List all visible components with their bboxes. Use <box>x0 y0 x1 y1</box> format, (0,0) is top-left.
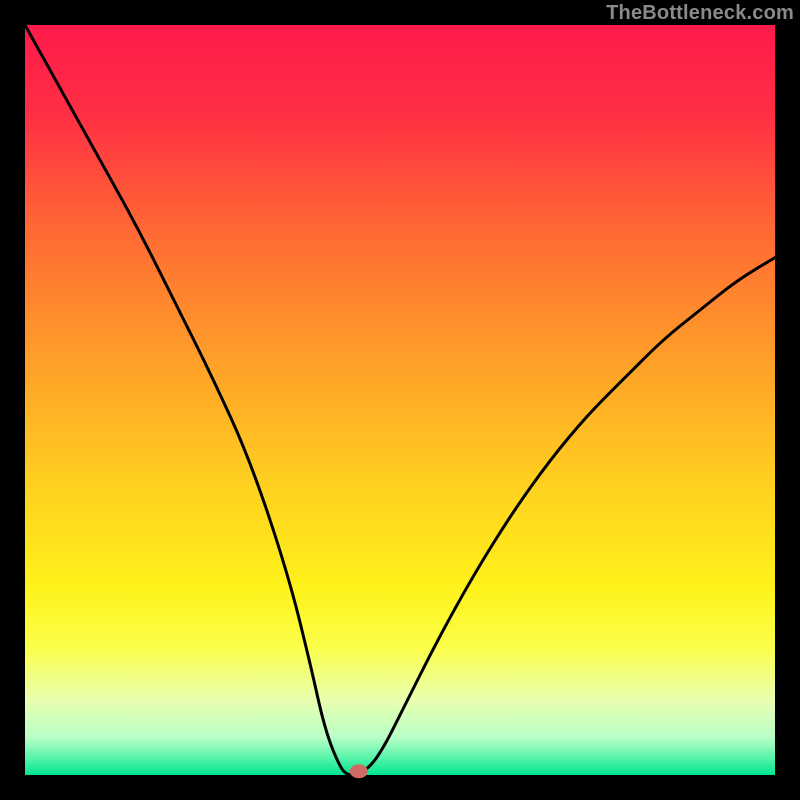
optimum-marker <box>350 764 368 778</box>
curve-layer <box>25 25 775 775</box>
watermark-text: TheBottleneck.com <box>606 2 794 25</box>
bottleneck-curve <box>25 25 775 775</box>
outer-frame: TheBottleneck.com <box>0 0 800 800</box>
